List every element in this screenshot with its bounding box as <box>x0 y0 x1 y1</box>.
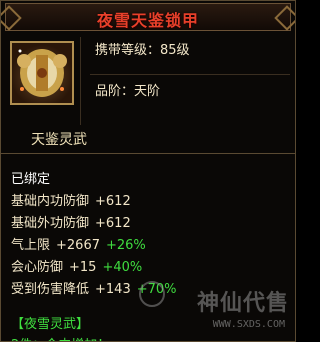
set-name: 【夜雪灵武】 <box>11 317 90 332</box>
item-name: 夜雪天鉴锁甲 <box>96 11 199 30</box>
watermark-logo-icon <box>139 281 165 307</box>
item-rank: 品阶：天阶 <box>95 84 161 99</box>
rank-divider <box>90 74 290 75</box>
stat-bonus: +40% <box>102 260 143 275</box>
stat-bonus: +26% <box>106 238 146 253</box>
item-category: 天鉴灵武 <box>31 132 87 148</box>
golden-armor-icon[interactable] <box>10 41 74 105</box>
bound-status: 已绑定 <box>11 172 51 187</box>
title-bar: 夜雪天鉴锁甲 <box>5 3 291 31</box>
carry-level: 携带等级：85级 <box>95 43 190 58</box>
stat-label: 基础内功防御 <box>11 194 90 209</box>
stat-value: +612 <box>95 194 131 209</box>
item-tooltip: 夜雪天鉴锁甲 携带等级：85级 品阶：天阶 天鉴灵武 已绑定 基础内功防御 +61… <box>0 0 296 342</box>
stat-value: +143 <box>95 282 131 297</box>
stat-row: 基础外功防御 +612 <box>11 212 131 231</box>
stat-value: +2667 <box>56 238 100 253</box>
stat-label: 基础外功防御 <box>11 216 90 231</box>
stat-row: 会心防御 +15 +40% <box>11 256 142 275</box>
watermark-url: WWW.SXDS.COM <box>212 319 285 330</box>
stat-label: 会心防御 <box>11 260 64 275</box>
section-divider <box>1 153 295 154</box>
header-divider <box>80 37 81 125</box>
stat-row: 基础内功防御 +612 <box>11 190 131 209</box>
stat-value: +612 <box>95 216 131 231</box>
stat-label: 受到伤害降低 <box>11 282 90 297</box>
watermark-text: 神仙代售 <box>196 291 289 316</box>
stat-label: 气上限 <box>11 238 51 253</box>
stat-row: 气上限 +2667 +26% <box>11 234 146 253</box>
set-bonus-line: 2件：会内增加！ <box>11 334 110 341</box>
stat-value: +15 <box>69 260 97 275</box>
